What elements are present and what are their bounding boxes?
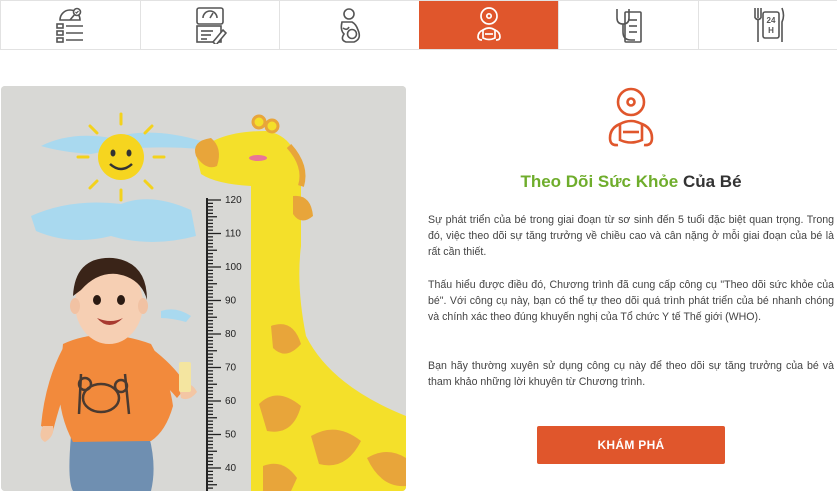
tab-medical-checkup[interactable]: [558, 1, 698, 49]
ruler-tick-label: 50: [225, 430, 237, 441]
category-tab-bar: 24 H: [0, 0, 837, 50]
feature-paragraph-2: Thấu hiểu được điều đó, Chương trình đã …: [428, 279, 834, 323]
ruler-tick-label: 90: [225, 296, 237, 307]
baby-icon: [608, 87, 654, 147]
ruler-tick-label: 60: [225, 396, 237, 407]
ruler-tick-label: 70: [225, 363, 237, 374]
explore-button[interactable]: KHÁM PHÁ: [537, 426, 725, 464]
ruler-tick-label: 120: [225, 195, 242, 206]
feature-paragraph-1: Sự phát triển của bé trong giai đoạn từ …: [428, 214, 834, 258]
tab-pregnancy[interactable]: [279, 1, 419, 49]
scale-notepad-icon: [195, 7, 227, 44]
ruler-tick-label: 110: [225, 229, 241, 240]
svg-text:H: H: [768, 26, 774, 35]
tab-24h-dining[interactable]: 24 H: [697, 1, 837, 49]
crayon: [179, 362, 191, 392]
stethoscope-clipboard-icon: [616, 9, 643, 43]
pregnancy-icon: [340, 8, 361, 43]
dashboard-checklist-icon: [56, 7, 84, 43]
baby-icon: [476, 7, 501, 41]
feature-paragraph-3: Bạn hãy thường xuyên sử dụng công cụ này…: [428, 360, 834, 388]
ruler-tick-label: 40: [225, 463, 237, 474]
ruler-tick-label: 80: [225, 329, 237, 340]
24h-dining-icon: 24 H: [753, 7, 785, 42]
tab-baby-health[interactable]: [418, 1, 558, 49]
feature-title-rest: Của Bé: [682, 172, 742, 191]
tab-weight-tracker[interactable]: [139, 1, 279, 49]
feature-title-highlight: Theo Dõi Sức Khỏe: [520, 172, 679, 191]
svg-text:24: 24: [766, 16, 775, 25]
ruler-tick-label: 100: [225, 262, 242, 273]
feature-title: Theo Dõi Sức Khỏe Của Bé: [428, 172, 834, 192]
tab-nutrition-dashboard[interactable]: [0, 1, 140, 49]
hero-image-child-height-chart: 120 110 100 90 80 70 60 50 40: [1, 86, 406, 491]
